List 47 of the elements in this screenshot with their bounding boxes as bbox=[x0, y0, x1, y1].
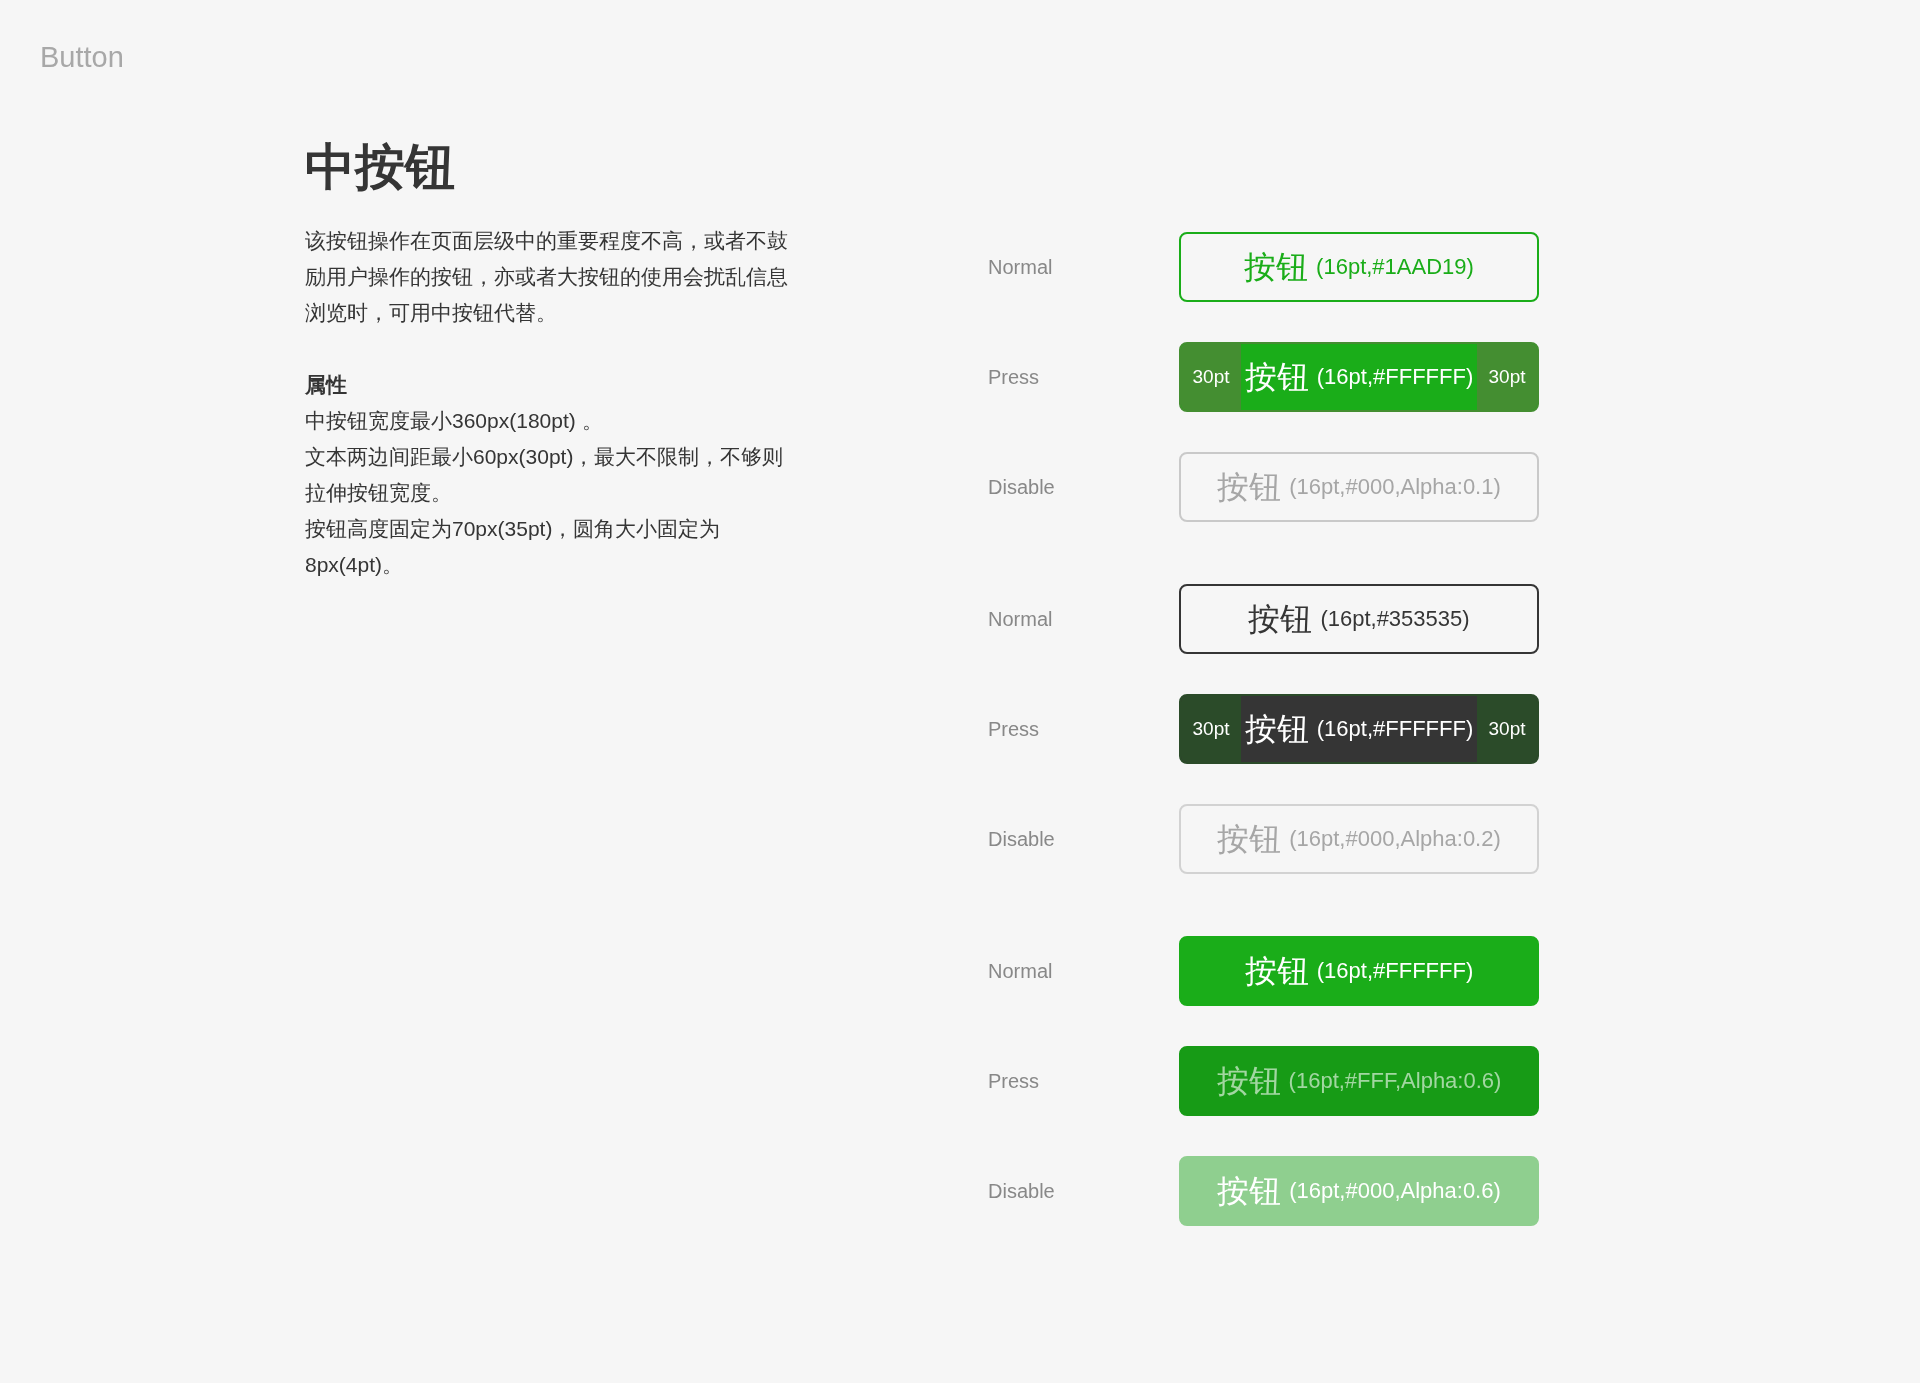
section-title: 中按钮 bbox=[305, 137, 456, 197]
sample-button[interactable]: 按钮 (16pt,#000,Alpha:0.6) bbox=[1179, 1155, 1539, 1226]
state-label: Press bbox=[988, 1068, 1041, 1094]
description-text: 该按钮操作在页面层级中的重要程度不高，或者不鼓励用户操作的按钮，亦或者大按钮的使用会扰乱信息浏览时，可用中按钮代替。 bbox=[305, 227, 789, 326]
padding-label: 30pt bbox=[1477, 343, 1537, 410]
property-text: 文本两边间距最小60px(30pt)，最大不限制，不够则拉伸按钮宽度。 bbox=[305, 443, 785, 506]
spec-text: (16pt,#FFFFFF) bbox=[1316, 957, 1474, 986]
state-label: Disable bbox=[988, 826, 1056, 852]
state-label: Disable bbox=[988, 474, 1056, 500]
button-label: 按钮 bbox=[1217, 1171, 1282, 1211]
spec-text: (16pt,#000,Alpha:0.6) bbox=[1289, 1177, 1501, 1206]
sample-button[interactable]: 按钮 (16pt,#000,Alpha:0.2) bbox=[1179, 803, 1539, 874]
button-label: 按钮 bbox=[1216, 1061, 1281, 1101]
button-label: 按钮 bbox=[1217, 467, 1282, 507]
spec-text: (16pt,#000,Alpha:0.1) bbox=[1289, 473, 1501, 502]
padding-label: 30pt bbox=[1477, 695, 1537, 762]
state-label: Press bbox=[988, 716, 1041, 742]
button-label: 按钮 bbox=[1244, 951, 1309, 991]
sample-button[interactable]: 按钮 (16pt,#000,Alpha:0.1) bbox=[1179, 451, 1539, 522]
properties-heading: 属性 bbox=[305, 371, 348, 398]
spec-text: (16pt,#1AAD19) bbox=[1316, 253, 1474, 282]
button-label: 按钮 bbox=[1244, 357, 1309, 397]
sample-button[interactable]: 按钮 (16pt,#1AAD19) bbox=[1179, 231, 1539, 302]
sample-button[interactable]: 按钮 (16pt,#353535) bbox=[1179, 583, 1539, 654]
spec-text: (16pt,#FFF,Alpha:0.6) bbox=[1288, 1067, 1502, 1096]
padding-label: 30pt bbox=[1181, 695, 1241, 762]
button-label: 按钮 bbox=[1217, 819, 1282, 859]
state-label: Normal bbox=[988, 958, 1054, 984]
sample-button[interactable]: 30pt 按钮 (16pt,#FFFFFF) 30pt bbox=[1179, 693, 1539, 764]
spec-text: (16pt,#FFFFFF) bbox=[1316, 363, 1474, 392]
button-label: 按钮 bbox=[1244, 709, 1309, 749]
state-label: Normal bbox=[988, 606, 1054, 632]
property-text: 按钮高度固定为70px(35pt)，圆角大小固定为8px(4pt)。 bbox=[305, 515, 722, 578]
spec-text: (16pt,#000,Alpha:0.2) bbox=[1289, 825, 1501, 854]
spec-text: (16pt,#FFFFFF) bbox=[1316, 715, 1474, 744]
sample-button[interactable]: 按钮 (16pt,#FFF,Alpha:0.6) bbox=[1179, 1045, 1539, 1116]
button-label: 按钮 bbox=[1248, 599, 1313, 639]
button-label: 按钮 bbox=[1244, 247, 1309, 287]
sample-button[interactable]: 30pt 按钮 (16pt,#FFFFFF) 30pt bbox=[1179, 341, 1539, 412]
page-label: Button bbox=[39, 40, 125, 75]
sample-button[interactable]: 按钮 (16pt,#FFFFFF) bbox=[1179, 935, 1539, 1006]
spec-text: (16pt,#353535) bbox=[1320, 605, 1470, 634]
state-label: Disable bbox=[988, 1178, 1056, 1204]
state-label: Press bbox=[988, 364, 1041, 390]
property-text: 中按钮宽度最小360px(180pt) 。 bbox=[305, 407, 604, 434]
padding-label: 30pt bbox=[1181, 343, 1241, 410]
state-label: Normal bbox=[988, 254, 1054, 280]
